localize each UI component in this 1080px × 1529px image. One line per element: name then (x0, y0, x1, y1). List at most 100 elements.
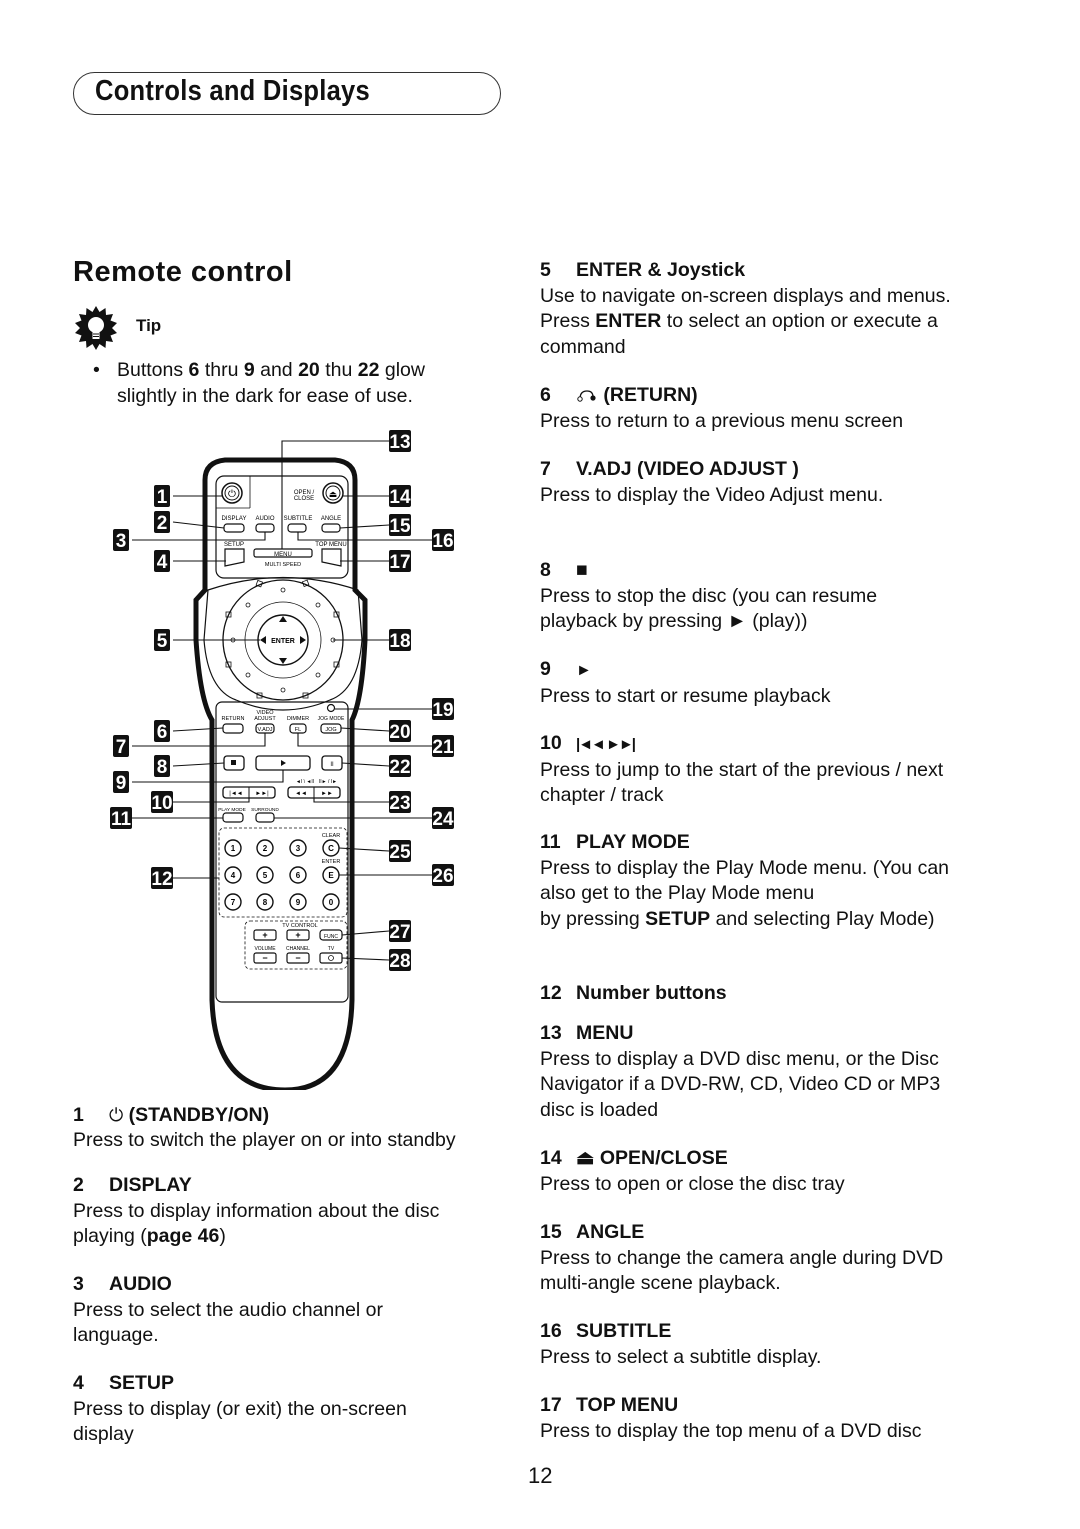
remote-label-menu: MENU (274, 552, 292, 558)
leader-line-21 (297, 733, 432, 747)
number-key-2-label: 2 (263, 844, 268, 853)
fl-label: FL (295, 727, 301, 733)
leader-line-28 (341, 957, 390, 961)
svg-text:−: − (295, 953, 300, 963)
surround-button (255, 812, 275, 823)
leader-line-7 (132, 733, 266, 747)
entry-heading: 16 SUBTITLE (540, 1320, 672, 1342)
page-link[interactable]: page 46 (147, 1225, 220, 1247)
rewind-icon: ◄◄ (295, 791, 307, 797)
func-label: FUNC (324, 934, 338, 940)
number-key-9-label: 9 (296, 898, 301, 907)
forward-icon: ►► (321, 791, 333, 797)
left-arrow-icon (260, 636, 266, 644)
entry-description: Press to select a subtitle display. (540, 1345, 822, 1368)
callout-number-26: 26 (432, 866, 453, 887)
entry-video-adjust: 7 V.ADJ (VIDEO ADJUST ) Press to display … (540, 457, 960, 508)
eject-icon: ⏏ (329, 489, 338, 499)
callout-number-14: 14 (389, 487, 411, 508)
number-key-3-label: 3 (296, 844, 301, 853)
entry-stop: 8 ■ Press to stop the disc (you can resum… (540, 558, 940, 635)
remote-label-display: DISPLAY (222, 516, 247, 522)
entry-skip: 10 |◄◄ ►►| Press to jump to the start of … (540, 731, 960, 809)
number-key-0-label: 0 (329, 898, 334, 907)
entry-heading: 17 TOP MENU (540, 1394, 679, 1416)
callout-number-2: 2 (157, 513, 168, 534)
callout-number-22: 22 (389, 757, 410, 778)
callout-number-11: 11 (111, 809, 132, 830)
entry-angle: 15 ANGLE Press to change the camera angle… (540, 1220, 960, 1297)
entry-menu: 13 MENU Press to display a DVD disc menu,… (540, 1021, 980, 1123)
entry-description: Press to display a DVD disc menu, or the… (540, 1047, 941, 1121)
entry-heading: 11 PLAY MODE (540, 831, 690, 853)
callout-number-15: 15 (389, 516, 411, 537)
callout-number-17: 17 (389, 552, 410, 573)
entry-audio: 3 AUDIO Press to select the audio channel… (73, 1272, 453, 1349)
number-key-7-label: 7 (231, 898, 236, 907)
bullet-dot: • (93, 359, 100, 381)
play-icon (281, 760, 286, 766)
callout-number-20: 20 (389, 722, 410, 743)
entry-subtitle: 16 SUBTITLE Press to select a subtitle di… (540, 1319, 960, 1370)
callout-number-3: 3 (116, 531, 127, 552)
callout-number-5: 5 (157, 631, 168, 652)
remote-label-slow: ◄I \ ◄II (296, 779, 314, 785)
callout-number-13: 13 (389, 432, 410, 453)
leader-line-27 (341, 930, 390, 936)
remote-label-step: II► / I► (319, 779, 337, 785)
remote-label-jog-mode: JOG MODE (318, 716, 345, 722)
entry-description: Press to stop the disc (you can resume p… (540, 584, 878, 633)
power-icon: ⏻ (228, 489, 236, 500)
callout-number-1: 1 (157, 487, 168, 508)
tip-text: Buttons 6 thru 9 and 20 thu 22 glow slig… (117, 359, 425, 407)
callout-number-19: 19 (432, 700, 453, 721)
return-icon (577, 390, 596, 402)
angle-button (321, 523, 341, 533)
callout-number-7: 7 (116, 737, 127, 758)
callout-number-21: 21 (432, 737, 454, 758)
svg-text:+: + (295, 930, 300, 940)
entry-heading: 12 Number buttons (540, 982, 727, 1004)
remote-label-multi-speed: MULTI SPEED (265, 562, 301, 568)
entry-description: Use to navigate on-screen displays and m… (540, 284, 951, 358)
leader-line-3 (132, 532, 266, 541)
entry-description: Press to display the Play Mode menu. (Yo… (540, 856, 950, 905)
callout-number-23: 23 (389, 793, 410, 814)
remote-label-clear: CLEAR (322, 833, 340, 839)
page-title: Remote control (73, 256, 293, 288)
entry-description-note: by pressing SETUP and selecting Play Mod… (540, 907, 935, 930)
remote-label-return: RETURN (222, 716, 245, 722)
entry-description: Press to open or close the disc tray (540, 1172, 845, 1195)
entry-description: Press to switch the player on or into st… (73, 1128, 456, 1151)
play-mode-button (222, 812, 244, 823)
next-icon: ►►| (255, 791, 269, 797)
callout-number-27: 27 (389, 922, 410, 943)
vadj-label: V.ADJ (257, 727, 272, 733)
remote-label-surround: SURROUND (251, 807, 279, 813)
entry-heading: 7 V.ADJ (VIDEO ADJUST ) (540, 458, 799, 480)
entry-heading: 2 DISPLAY (73, 1174, 192, 1196)
entry-heading: 4 SETUP (73, 1372, 175, 1394)
remote-label-subtitle: SUBTITLE (284, 516, 313, 522)
entry-setup: 4 SETUP Press to display (or exit) the on… (73, 1371, 463, 1448)
entry-heading: 9 ► (540, 658, 592, 680)
callout-number-8: 8 (157, 757, 168, 778)
page-number: 12 (528, 1463, 553, 1488)
entry-standby: 1 ⏻ (STANDBY/ON) Press to switch the play… (73, 1103, 513, 1151)
indicator-led (326, 703, 336, 713)
setup-button (224, 548, 245, 567)
callout-number-25: 25 (389, 842, 411, 863)
leader-line-22 (341, 762, 390, 767)
entry-description: Press to display the top menu of a DVD d… (540, 1419, 922, 1442)
callout-number-16: 16 (432, 531, 453, 552)
remote-label-enter-small: ENTER (322, 859, 341, 865)
eject-icon: ⏏ (576, 1147, 595, 1169)
remote-label-close: CLOSE (294, 496, 314, 502)
entry-open-close: 14 ⏏ OPEN/CLOSE Press to open or close th… (540, 1146, 960, 1197)
remote-label-audio: AUDIO (255, 516, 274, 522)
standby-button: ⏻ (221, 482, 243, 504)
svg-text:−: − (262, 953, 267, 963)
callout-number-4: 4 (157, 552, 168, 573)
leader-line-16 (297, 532, 432, 541)
number-pad: 1 2 3 4 5 6 7 8 9 0 C E (224, 839, 340, 911)
